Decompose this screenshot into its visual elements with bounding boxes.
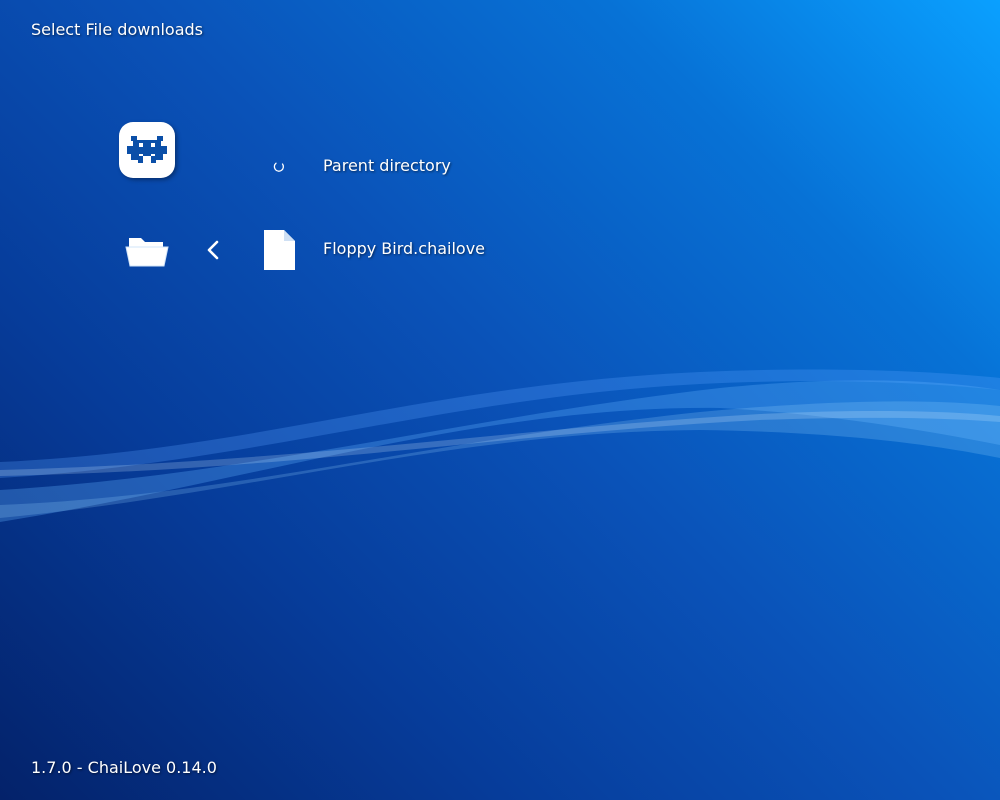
chevron-left-icon[interactable]: [203, 239, 223, 261]
page-title: Select File downloads: [31, 20, 204, 39]
space-invader-icon: [127, 136, 167, 163]
retroarch-logo-icon[interactable]: [119, 122, 175, 178]
list-item-parent-directory[interactable]: Parent directory: [323, 156, 451, 176]
list-item-floppy-bird[interactable]: Floppy Bird.chailove: [323, 239, 485, 259]
background-waves: [0, 369, 1000, 522]
loading-icon: [273, 162, 284, 172]
version-label: 1.7.0 - ChaiLove 0.14.0: [31, 758, 217, 777]
folder-open-icon[interactable]: [125, 232, 169, 268]
file-icon: [264, 230, 295, 270]
